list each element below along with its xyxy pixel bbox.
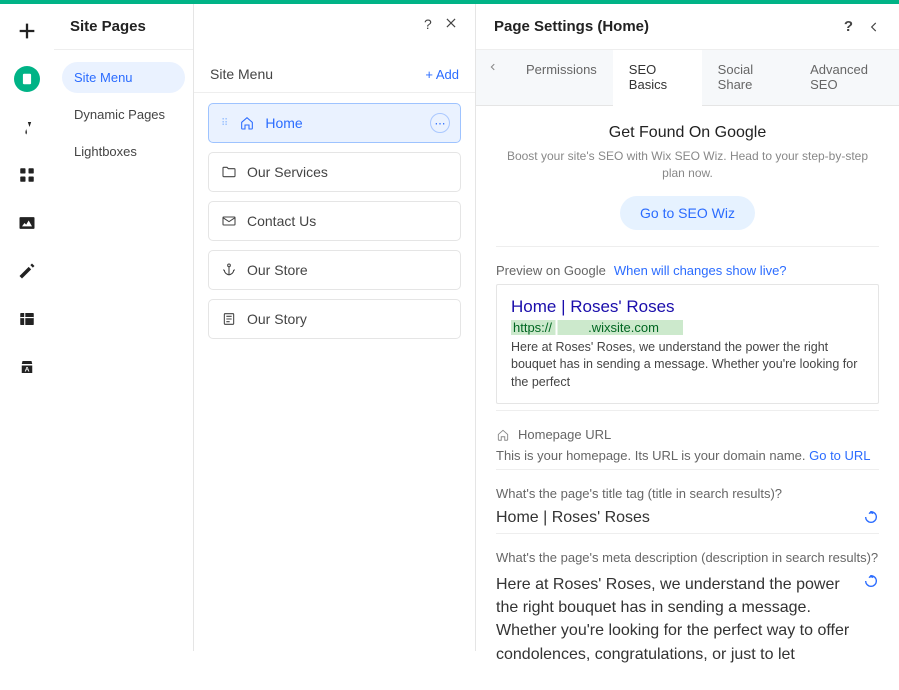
google-preview: Home | Roses' Roses https:// .wixsite.co… (496, 284, 879, 405)
close-icon[interactable] (444, 16, 458, 32)
page-label: Our Story (247, 311, 307, 327)
page-row-contact[interactable]: Contact Us (208, 201, 461, 241)
blog-icon[interactable] (14, 258, 40, 284)
tab-advanced-seo[interactable]: Advanced SEO (794, 50, 899, 105)
page-row-store[interactable]: Our Store (208, 250, 461, 290)
media-icon[interactable] (14, 210, 40, 236)
title-tag-input[interactable]: Home | Roses' Roses (496, 509, 650, 527)
homepage-url-label: Homepage URL (518, 427, 611, 442)
back-icon[interactable] (867, 20, 881, 34)
preview-url: https:// .wixsite.com (511, 320, 683, 335)
tab-permissions[interactable]: Permissions (510, 50, 613, 105)
preview-label: Preview on Google (496, 263, 606, 278)
mail-icon (221, 213, 237, 229)
preview-link[interactable]: When will changes show live? (614, 263, 787, 278)
preview-desc: Here at Roses' Roses, we understand the … (511, 339, 864, 392)
icon-rail: A (0, 4, 54, 651)
meta-desc-input[interactable]: Here at Roses' Roses, we understand the … (496, 573, 853, 666)
data-icon[interactable] (14, 306, 40, 332)
tab-social-share[interactable]: Social Share (702, 50, 794, 105)
add-icon[interactable] (14, 18, 40, 44)
page-more-icon[interactable]: ⋯ (430, 113, 450, 133)
nav-panel: Site Pages Site Menu Dynamic Pages Light… (54, 4, 194, 651)
add-page-button[interactable]: + Add (425, 67, 459, 82)
title-tag-label: What's the page's title tag (title in se… (496, 486, 879, 501)
home-icon (496, 428, 510, 442)
page-icon (221, 311, 237, 327)
page-label: Contact Us (247, 213, 316, 229)
settings-title: Page Settings (Home) (494, 18, 649, 35)
preview-title: Home | Roses' Roses (511, 297, 864, 317)
apps-icon[interactable] (14, 162, 40, 188)
drag-handle-icon[interactable]: ⠿ (221, 118, 229, 129)
design-icon[interactable] (14, 114, 40, 140)
hero-subtitle: Boost your site's SEO with Wix SEO Wiz. … (496, 148, 879, 182)
pages-icon[interactable] (14, 66, 40, 92)
anchor-icon (221, 262, 237, 278)
seo-wiz-button[interactable]: Go to SEO Wiz (620, 196, 755, 230)
folder-icon (221, 164, 237, 180)
store-icon[interactable]: A (14, 354, 40, 380)
reset-desc-icon[interactable] (863, 573, 879, 589)
page-label: Our Store (247, 262, 308, 278)
svg-text:A: A (25, 367, 30, 374)
hero-title: Get Found On Google (496, 124, 879, 142)
sidebar-item-site-menu[interactable]: Site Menu (62, 62, 185, 93)
pages-panel: Site Menu + Add ⠿ Home ⋯ Our Services Co… (194, 4, 476, 651)
settings-panel: Page Settings (Home) ? Permissions SEO B… (476, 4, 899, 651)
home-icon (239, 115, 255, 131)
sidebar-item-dynamic-pages[interactable]: Dynamic Pages (62, 99, 185, 130)
page-label: Our Services (247, 164, 328, 180)
homepage-text: This is your homepage. Its URL is your d… (496, 448, 809, 463)
page-row-home[interactable]: ⠿ Home ⋯ (208, 103, 461, 143)
page-label: Home (265, 115, 302, 131)
help-icon[interactable]: ? (424, 16, 432, 32)
help-icon[interactable]: ? (844, 18, 853, 35)
reset-title-icon[interactable] (863, 509, 879, 525)
tabs-back-icon[interactable] (476, 50, 510, 105)
go-to-url-link[interactable]: Go to URL (809, 448, 870, 463)
sidebar-item-lightboxes[interactable]: Lightboxes (62, 136, 185, 167)
meta-desc-label: What's the page's meta description (desc… (496, 550, 879, 565)
panel-title: Site Pages (54, 4, 193, 50)
page-row-services[interactable]: Our Services (208, 152, 461, 192)
site-menu-heading: Site Menu (210, 66, 273, 82)
page-row-story[interactable]: Our Story (208, 299, 461, 339)
tab-seo-basics[interactable]: SEO Basics (613, 50, 702, 106)
